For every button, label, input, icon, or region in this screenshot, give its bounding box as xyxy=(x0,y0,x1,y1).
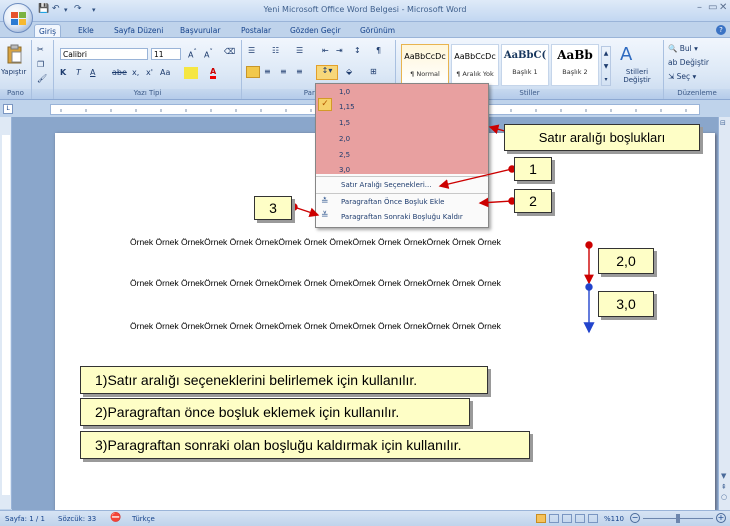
office-logo-icon xyxy=(11,12,26,25)
full-screen-view-icon[interactable] xyxy=(549,514,559,523)
status-bar: Sayfa: 1 / 1 Sözcük: 33 ⛔ Türkçe %110 − … xyxy=(0,510,730,526)
proofing-icon[interactable]: ⛔ xyxy=(110,513,121,523)
web-layout-view-icon[interactable] xyxy=(562,514,572,523)
explanation-3: 3)Paragraftan sonraki olan boşluğu kaldı… xyxy=(80,431,530,459)
arrow-3 xyxy=(293,206,320,217)
arrow-2 xyxy=(478,197,513,208)
callout-1: 1 xyxy=(514,157,552,181)
print-layout-view-icon[interactable] xyxy=(536,514,546,523)
callout-2-0: 2,0 xyxy=(598,248,654,274)
office-button[interactable] xyxy=(3,3,33,33)
explanation-2: 2)Paragraftan önce boşluk eklemek için k… xyxy=(80,398,470,426)
outline-view-icon[interactable] xyxy=(575,514,585,523)
zoom-out-icon[interactable]: − xyxy=(630,513,640,523)
arrow-1 xyxy=(438,168,513,189)
callout-3: 3 xyxy=(254,196,292,220)
callout-2: 2 xyxy=(514,189,552,213)
zoom-level[interactable]: %110 xyxy=(604,515,624,523)
status-page[interactable]: Sayfa: 1 / 1 xyxy=(5,515,45,523)
zoom-slider-thumb[interactable] xyxy=(676,514,680,523)
callout-3-0: 3,0 xyxy=(598,291,654,317)
zoom-in-icon[interactable]: + xyxy=(716,513,726,523)
explanation-1: 1)Satır aralığı seçeneklerini belirlemek… xyxy=(80,366,488,394)
status-words[interactable]: Sözcük: 33 xyxy=(58,515,96,523)
status-language[interactable]: Türkçe xyxy=(132,515,155,523)
callout-line-spacing: Satır aralığı boşlukları xyxy=(504,124,700,151)
draft-view-icon[interactable] xyxy=(588,514,598,523)
